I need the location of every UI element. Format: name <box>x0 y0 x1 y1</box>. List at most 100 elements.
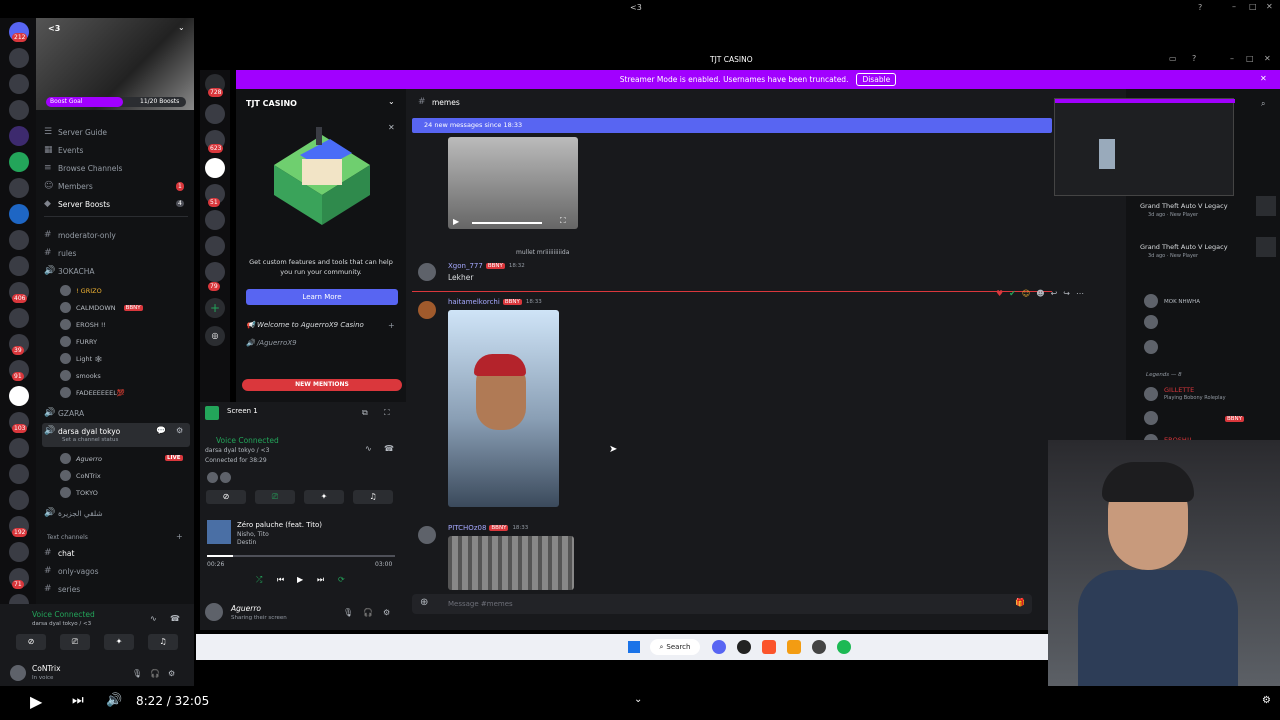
chevron-down-icon[interactable]: ⌄ <box>634 694 642 705</box>
close-banner-icon[interactable]: ✕ <box>1260 74 1267 83</box>
voice-sub-label[interactable]: darsa dyal tokyo / <3 <box>32 621 91 627</box>
nav-browse-channels[interactable]: ≡ Browse Channels <box>44 161 122 175</box>
windows-start-icon[interactable] <box>628 641 640 653</box>
avatar[interactable] <box>418 301 436 319</box>
server-icon[interactable] <box>205 158 225 178</box>
screen-share-button[interactable]: ⎚ <box>255 490 295 504</box>
text-channel-series[interactable]: # series <box>44 582 80 596</box>
help-icon[interactable]: ? <box>1198 3 1202 12</box>
server-icon[interactable] <box>9 542 29 562</box>
server-icon[interactable] <box>9 464 29 484</box>
maximize-icon[interactable]: □ <box>1246 54 1254 63</box>
server-name[interactable]: <3 <box>48 24 60 33</box>
activity-button[interactable]: ✦ <box>304 490 344 504</box>
server-icon[interactable] <box>9 490 29 510</box>
new-mentions-pill[interactable]: NEW MENTIONS <box>242 379 402 391</box>
inner-server-name[interactable]: TJT CASINO <box>246 99 297 108</box>
server-icon[interactable] <box>9 308 29 328</box>
microphone-icon[interactable]: 🎙 <box>343 608 353 617</box>
screen-share-button[interactable]: ⎚ <box>60 634 90 650</box>
microphone-icon[interactable]: 🎙 <box>132 669 142 678</box>
forward-icon[interactable]: ↪ <box>1063 289 1070 298</box>
nav-server-guide[interactable]: ☰ Server Guide <box>44 125 107 139</box>
settings-icon[interactable]: ⚙ <box>1262 695 1271 706</box>
add-reaction-icon[interactable]: ☻ <box>1036 289 1044 298</box>
search-icon[interactable]: ⌕ <box>1261 99 1265 109</box>
voice-channel-4[interactable]: 🔊 شلقي الجزيرة <box>44 506 103 520</box>
add-server-icon[interactable]: + <box>205 298 225 318</box>
inbox-icon[interactable]: ▭ <box>1169 54 1177 63</box>
avatar[interactable] <box>418 263 436 281</box>
brave-app-icon[interactable] <box>762 640 776 654</box>
popout-icon[interactable]: ⧉ <box>362 408 368 418</box>
play-icon[interactable]: ▶ <box>453 217 459 226</box>
plus-icon[interactable]: + <box>176 532 183 541</box>
server-icon[interactable] <box>9 256 29 276</box>
voice-user[interactable]: Aguerro <box>60 453 102 464</box>
check-reaction-icon[interactable]: ✔ <box>1009 289 1016 298</box>
fullscreen-icon[interactable]: ⛶ <box>384 408 390 418</box>
server-icon[interactable] <box>205 104 225 124</box>
previous-icon[interactable]: ⏮ <box>277 575 284 585</box>
welcome-channel-2[interactable]: 🔊 /AguerroX9 <box>246 339 297 347</box>
voice-sub-label[interactable]: darsa dyal tokyo / <3 <box>205 447 269 454</box>
fullscreen-icon[interactable]: ⛶ <box>560 216 566 226</box>
avatar[interactable] <box>1144 411 1158 425</box>
app-icon[interactable] <box>787 640 801 654</box>
play-icon[interactable]: ▶ <box>297 575 303 584</box>
camera-off-button[interactable]: ⊘ <box>16 634 46 650</box>
play-icon[interactable]: ▶ <box>30 692 42 711</box>
message-composer[interactable]: ⊕ Message #memes 🎁 <box>412 594 1032 614</box>
nav-server-boosts[interactable]: ◆ Server Boosts <box>44 197 110 211</box>
minimize-icon[interactable]: – <box>1230 54 1234 63</box>
reply-icon[interactable]: ↩ <box>1051 289 1058 298</box>
new-messages-bar[interactable]: 24 new messages since 18:33 <box>412 118 1052 133</box>
heart-reaction-icon[interactable]: ♥ <box>996 289 1003 298</box>
image-attachment[interactable] <box>448 536 574 590</box>
message-author[interactable]: Xgon_777 <box>448 262 483 270</box>
member-name[interactable]: MOK NHWHA <box>1164 299 1200 305</box>
message-author[interactable]: PITCHOz08 <box>448 524 486 532</box>
next-icon[interactable]: ⏭ <box>72 693 84 708</box>
repeat-icon[interactable]: ⟳ <box>338 575 345 584</box>
emoji-reaction-icon[interactable]: ☺ <box>1022 289 1030 298</box>
avatar[interactable] <box>1144 340 1158 354</box>
plus-icon[interactable]: + <box>388 321 395 330</box>
server-icon[interactable] <box>9 178 29 198</box>
nav-members[interactable]: ☺ Members <box>44 179 93 193</box>
server-icon[interactable] <box>205 262 225 282</box>
next-icon[interactable]: ⏭ <box>317 575 324 585</box>
voice-user[interactable]: ! GRIZO <box>60 285 102 296</box>
voice-channel-darsa-dyal-tokyo[interactable]: 🔊 darsa dyal tokyo <box>44 424 120 438</box>
chat-icon[interactable]: 💬 <box>156 426 166 435</box>
server-icon[interactable] <box>9 74 29 94</box>
taskbar-search[interactable]: ⌕ Search <box>650 639 700 655</box>
settings-icon[interactable]: ⚙ <box>168 669 175 678</box>
learn-more-button[interactable]: Learn More <box>246 289 398 305</box>
song-progress-bar[interactable] <box>207 555 395 557</box>
voice-channel-3okacha[interactable]: 🔊 3OKACHA <box>44 264 94 278</box>
more-icon[interactable]: ⋯ <box>1076 289 1084 298</box>
shuffle-icon[interactable]: ⤮ <box>256 575 262 585</box>
chevron-down-icon[interactable]: ⌄ <box>388 97 395 106</box>
close-icon[interactable]: ✕ <box>1264 54 1271 63</box>
avatar[interactable] <box>205 603 223 621</box>
camera-off-button[interactable]: ⊘ <box>206 490 246 504</box>
settings-icon[interactable]: ⚙ <box>383 608 390 617</box>
video-attachment[interactable]: ▶ ⛶ <box>448 137 578 229</box>
headphones-icon[interactable]: 🎧 <box>363 608 373 617</box>
voice-channel-gzara[interactable]: 🔊 GZARA <box>44 406 84 420</box>
gift-icon[interactable]: 🎁 <box>1015 598 1025 607</box>
close-icon[interactable]: ✕ <box>1266 2 1273 11</box>
member-name[interactable]: GILLETTE <box>1164 386 1194 394</box>
server-icon[interactable] <box>9 438 29 458</box>
avatar[interactable] <box>1144 315 1158 329</box>
voice-user[interactable]: TOKYO <box>60 487 98 498</box>
server-icon[interactable] <box>205 236 225 256</box>
server-icon[interactable] <box>9 126 29 146</box>
category-label[interactable]: Text channels <box>47 534 88 541</box>
attach-plus-icon[interactable]: ⊕ <box>420 597 428 608</box>
close-icon[interactable]: ✕ <box>388 123 395 132</box>
app-icon[interactable] <box>812 640 826 654</box>
voice-user[interactable]: EROSH !! <box>60 319 106 330</box>
